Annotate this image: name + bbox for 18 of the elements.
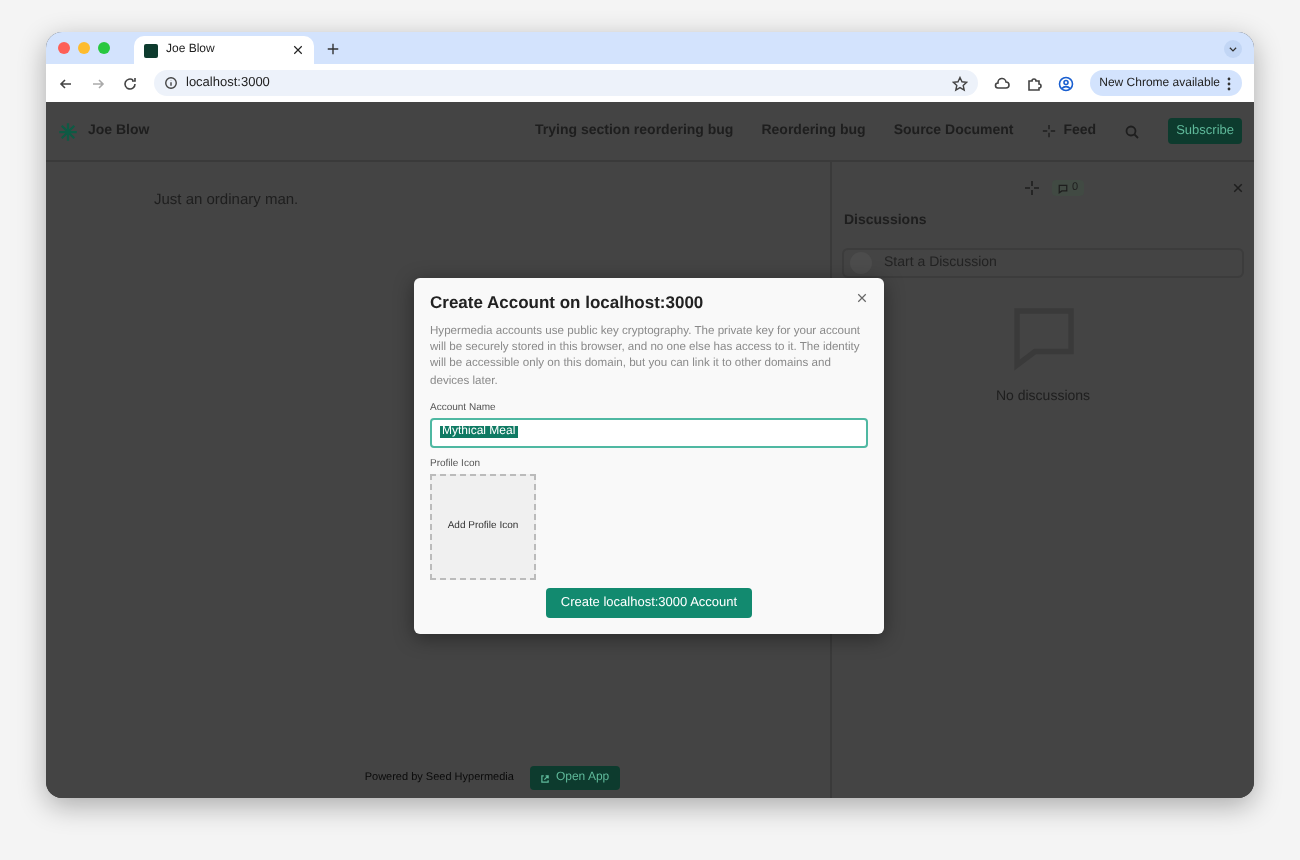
dialog-title: Create Account on localhost:3000 bbox=[430, 292, 704, 312]
favicon-icon bbox=[144, 43, 158, 57]
close-icon bbox=[856, 292, 868, 304]
info-icon bbox=[164, 76, 178, 90]
back-icon[interactable] bbox=[58, 75, 74, 91]
more-icon[interactable] bbox=[1226, 75, 1232, 91]
avatar-icon bbox=[850, 252, 872, 274]
new-tab-icon[interactable] bbox=[326, 41, 340, 55]
tab-menu-icon[interactable] bbox=[1224, 39, 1242, 57]
profile-icon[interactable] bbox=[1057, 75, 1074, 91]
puzzle-icon[interactable] bbox=[1025, 75, 1042, 91]
star-icon[interactable] bbox=[951, 75, 968, 91]
reload-icon[interactable] bbox=[122, 75, 138, 91]
sparkle-icon bbox=[1041, 124, 1056, 138]
close-icon bbox=[292, 44, 304, 56]
logo-icon bbox=[58, 121, 78, 141]
external-link-icon bbox=[539, 773, 550, 783]
cloud-icon[interactable] bbox=[993, 75, 1010, 91]
